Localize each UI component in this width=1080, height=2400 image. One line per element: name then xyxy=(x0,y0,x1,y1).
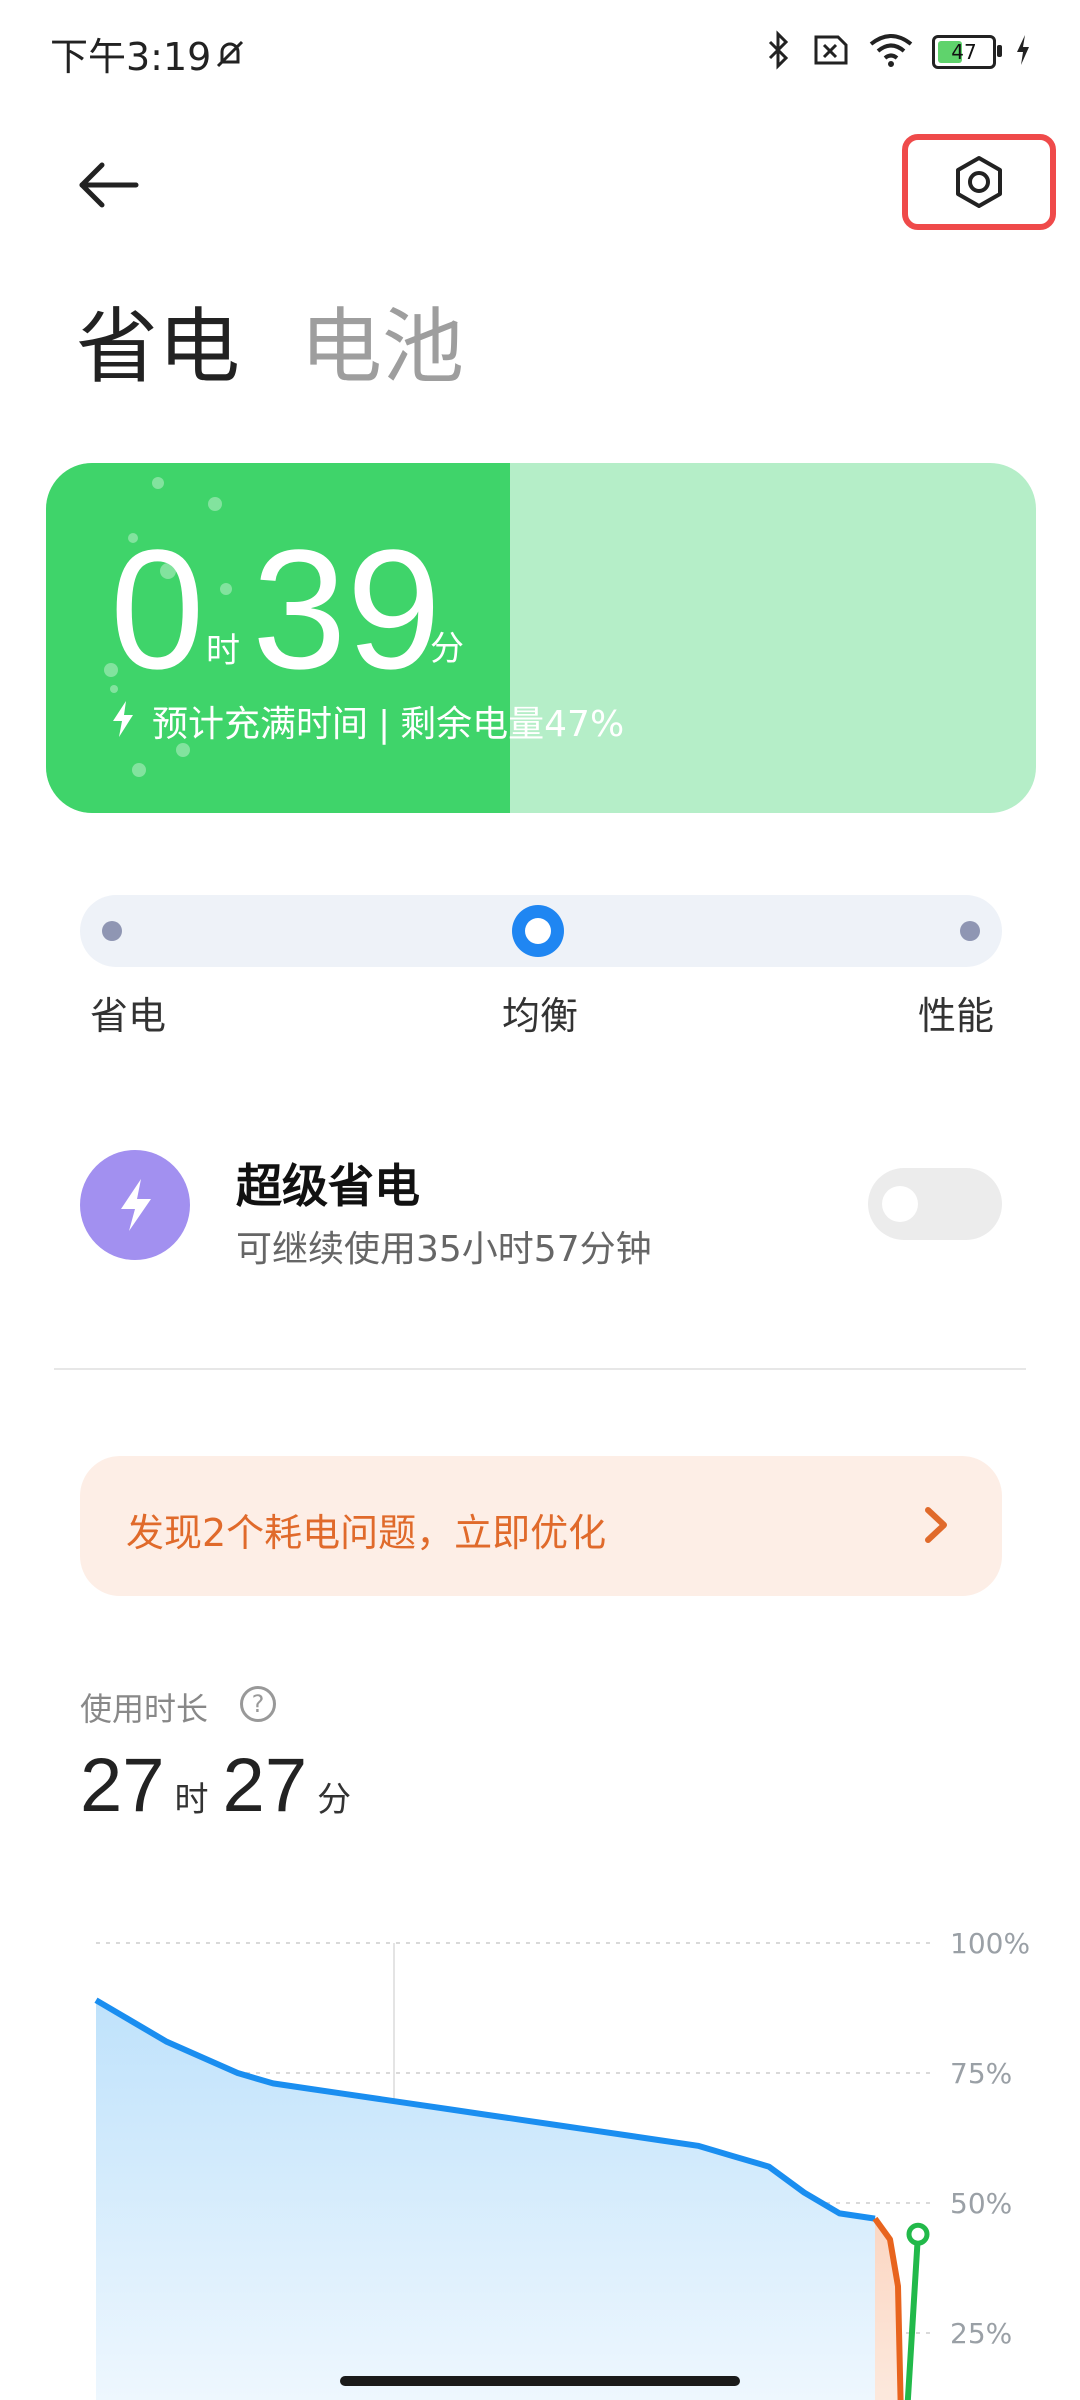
mode-label-balanced[interactable]: 均衡 xyxy=(502,985,578,1040)
usage-label: 使用时长 xyxy=(80,1690,209,1728)
battery-level: 47 xyxy=(951,40,977,64)
current-level-marker xyxy=(906,2222,930,2246)
sim-icon xyxy=(810,33,850,71)
help-icon[interactable]: ? xyxy=(240,1686,276,1722)
battery-chart: 100% 75% 50% 25% xyxy=(94,1927,1030,2400)
charge-time-label: 预计充满时间 xyxy=(152,704,369,745)
wifi-icon xyxy=(868,32,914,72)
y-tick-label: 100% xyxy=(950,1927,1030,1960)
mute-icon xyxy=(210,34,250,78)
tab-power-saving[interactable]: 省电 xyxy=(76,280,240,399)
home-indicator[interactable] xyxy=(340,2376,740,2386)
optimize-banner[interactable]: 发现2个耗电问题，立即优化 xyxy=(80,1456,1002,1596)
back-button[interactable] xyxy=(74,150,144,220)
optimize-banner-text: 发现2个耗电问题，立即优化 xyxy=(126,1511,607,1555)
battery-icon: 47 xyxy=(932,35,1002,69)
chevron-right-icon xyxy=(925,1507,947,1543)
hours-unit: 时 xyxy=(206,631,240,671)
divider xyxy=(54,1368,1026,1370)
hours-value: 0 xyxy=(110,515,205,705)
remaining-battery: 剩余电量47% xyxy=(400,704,625,745)
mode-label-saving[interactable]: 省电 xyxy=(90,985,166,1040)
mode-slider[interactable] xyxy=(80,895,1002,967)
usage-hours-unit: 时 xyxy=(174,1780,209,1820)
super-saver-icon xyxy=(80,1150,190,1260)
charge-status-text: 预计充满时间 | 剩余电量47% xyxy=(152,695,624,747)
minutes-value: 39 xyxy=(252,515,442,705)
super-saver-title: 超级省电 xyxy=(236,1159,420,1213)
mode-slider-knob[interactable] xyxy=(512,905,564,957)
y-tick-label: 25% xyxy=(950,2317,1012,2350)
bolt-icon xyxy=(108,699,138,743)
status-time: 下午3:19 xyxy=(50,35,212,79)
minutes-unit: 分 xyxy=(430,629,464,669)
separator: | xyxy=(378,704,391,745)
super-saver-subtitle: 可继续使用35小时57分钟 xyxy=(236,1229,652,1270)
usage-minutes-unit: 分 xyxy=(317,1780,352,1820)
status-icons: 47 xyxy=(766,26,1032,78)
usage-hours: 27 xyxy=(80,1743,165,1828)
back-arrow-icon xyxy=(79,162,139,208)
y-tick-label: 50% xyxy=(950,2187,1012,2220)
usage-minutes: 27 xyxy=(222,1743,308,1828)
mode-stop-saving[interactable] xyxy=(102,921,122,941)
settings-button[interactable] xyxy=(902,134,1056,230)
bluetooth-icon xyxy=(766,30,792,74)
charging-card: 0 时 39 分 预计充满时间 | 剩余电量47% xyxy=(46,463,1036,813)
mode-label-performance[interactable]: 性能 xyxy=(918,985,994,1040)
y-tick-label: 75% xyxy=(950,2057,1012,2090)
mode-stop-performance[interactable] xyxy=(960,921,980,941)
super-saver-toggle[interactable] xyxy=(868,1168,1002,1240)
tab-battery[interactable]: 电池 xyxy=(300,280,464,399)
usage-duration: 27 时 27 分 xyxy=(80,1742,365,1829)
charge-line xyxy=(904,2231,921,2400)
settings-icon xyxy=(956,156,1002,208)
charging-icon xyxy=(1014,33,1032,71)
